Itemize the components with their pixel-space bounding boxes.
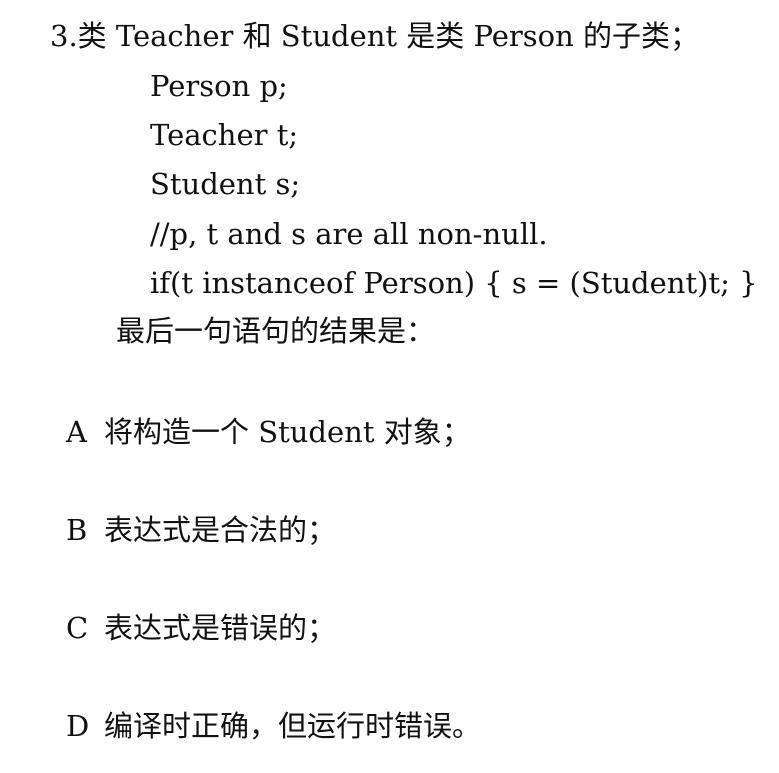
- option-c-text: 表达式是错误的；: [104, 611, 337, 645]
- option-b: B 表达式是合法的；: [66, 512, 336, 548]
- option-d-text: 编译时正确，但运行时错误。: [104, 709, 482, 743]
- option-c: C 表达式是错误的；: [66, 610, 336, 646]
- code-line-2: Teacher t;: [150, 118, 299, 152]
- question-title: 3.类 Teacher 和 Student 是类 Person 的子类；: [50, 19, 699, 53]
- option-b-text: 表达式是合法的；: [104, 513, 337, 547]
- option-d: D 编译时正确，但运行时错误。: [66, 708, 481, 744]
- option-c-letter: C: [66, 611, 89, 645]
- option-b-letter: B: [66, 513, 88, 547]
- code-line-1: Person p;: [150, 69, 288, 103]
- question-prompt: 最后一句语句的结果是：: [116, 314, 436, 348]
- code-line-3: Student s;: [150, 167, 301, 201]
- option-a-text: 将构造一个 Student 对象；: [104, 415, 471, 449]
- option-d-letter: D: [66, 709, 90, 743]
- question-page: 3.类 Teacher 和 Student 是类 Person 的子类； Per…: [0, 0, 779, 773]
- option-a: A 将构造一个 Student 对象；: [66, 414, 471, 450]
- code-line-5: if(t instanceof Person) { s = (Student)t…: [150, 266, 758, 300]
- code-line-4: //p, t and s are all non-null.: [150, 217, 548, 251]
- option-a-letter: A: [66, 415, 87, 449]
